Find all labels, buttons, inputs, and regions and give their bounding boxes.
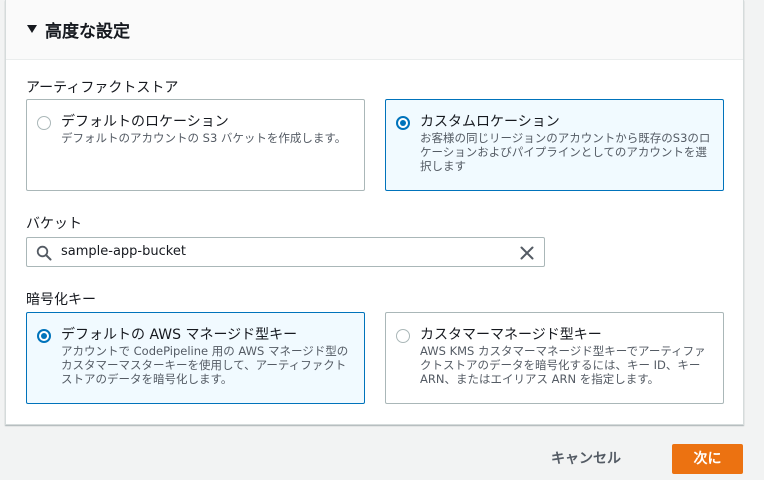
bucket-search-input[interactable] [61, 238, 501, 266]
bucket-search-field[interactable] [26, 237, 545, 267]
tile-customer-managed-key[interactable]: カスタマーマネージド型キー AWS KMS カスタマーマネージド型キーでアーティ… [385, 312, 724, 404]
radio-aws-managed-key[interactable] [37, 329, 51, 343]
tile-customer-managed-key-title: カスタマーマネージド型キー [420, 327, 602, 343]
section-title: 高度な設定 [45, 22, 130, 42]
artifact-store-label: アーティファクトストア [26, 80, 179, 96]
bucket-label: バケット [26, 216, 82, 232]
tile-custom-location-description: お客様の同じリージョンのアカウントから既存のS3のロケーションおよびパイプライン… [420, 131, 711, 173]
encryption-key-label: 暗号化キー [26, 292, 96, 308]
tile-aws-managed-key-title: デフォルトの AWS マネージド型キー [61, 327, 298, 343]
next-button[interactable]: 次に [672, 444, 743, 474]
tile-default-location-title: デフォルトのロケーション [61, 114, 229, 130]
caret-down-icon[interactable] [27, 25, 37, 33]
advanced-settings-panel: 高度な設定 アーティファクトストア デフォルトのロケーション デフォルトのアカウ… [5, 0, 744, 425]
tile-custom-location[interactable]: カスタムロケーション お客様の同じリージョンのアカウントから既存のS3のロケーシ… [385, 99, 724, 191]
tile-custom-location-title: カスタムロケーション [420, 114, 560, 130]
search-icon [36, 245, 52, 261]
tile-aws-managed-key-description: アカウントで CodePipeline 用の AWS マネージド型のカスタマーマ… [61, 344, 349, 386]
radio-default-location[interactable] [37, 116, 51, 130]
radio-custom-location[interactable] [396, 116, 410, 130]
tile-default-location-description: デフォルトのアカウントの S3 バケットを作成します。 [61, 131, 347, 145]
section-header[interactable]: 高度な設定 [6, 0, 743, 60]
cancel-button[interactable]: キャンセル [538, 444, 634, 474]
radio-customer-managed-key[interactable] [396, 329, 410, 343]
tile-aws-managed-key[interactable]: デフォルトの AWS マネージド型キー アカウントで CodePipeline … [26, 312, 365, 404]
tile-default-location[interactable]: デフォルトのロケーション デフォルトのアカウントの S3 バケットを作成します。 [26, 99, 365, 191]
clear-icon[interactable] [519, 245, 535, 261]
tile-customer-managed-key-description: AWS KMS カスタマーマネージド型キーでアーティファクトストアのデータを暗号… [420, 344, 706, 386]
